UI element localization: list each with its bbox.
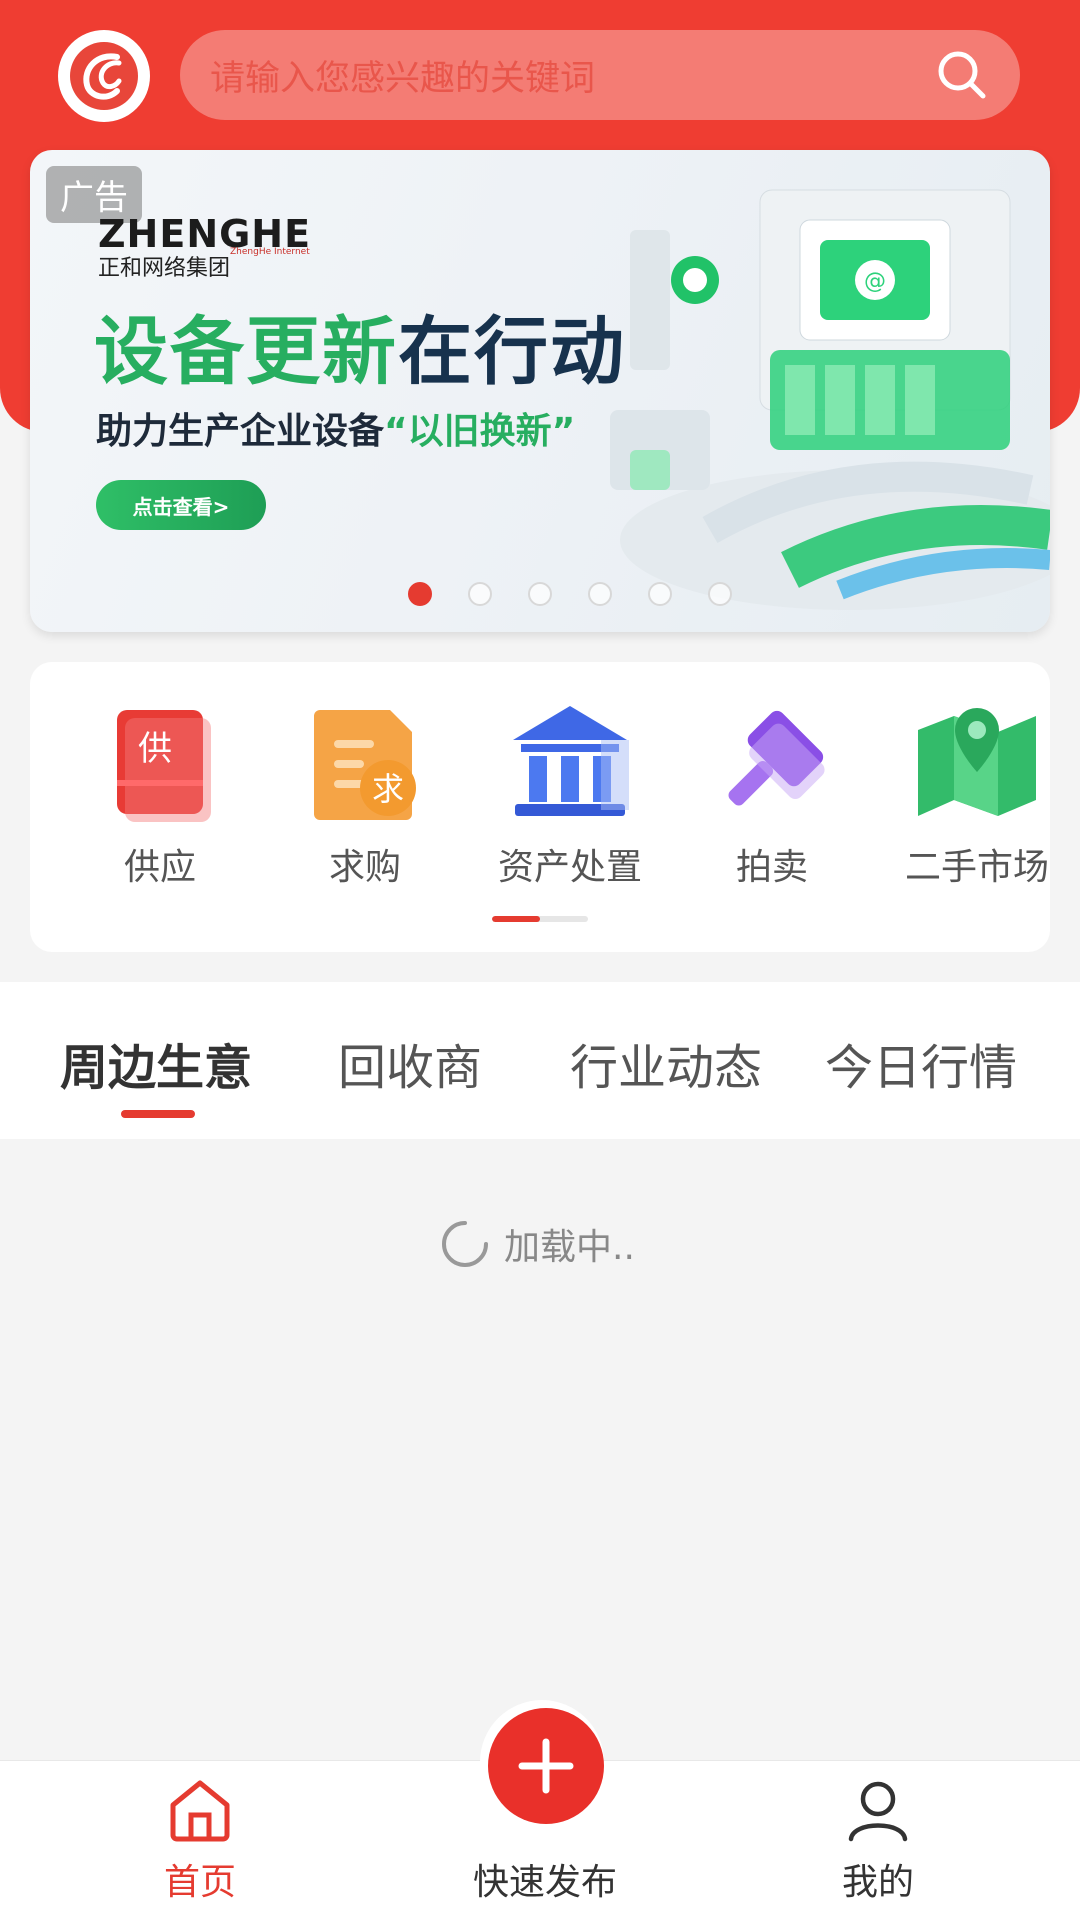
nav-publish-label: 快速发布 bbox=[472, 1862, 617, 1903]
svg-text:求: 求 bbox=[372, 770, 404, 808]
category-label: 求购 bbox=[328, 847, 401, 888]
nav-home-label: 首页 bbox=[163, 1862, 236, 1903]
carousel-dot-6[interactable] bbox=[708, 582, 732, 606]
carousel-dot-3[interactable] bbox=[528, 582, 552, 606]
home-icon bbox=[170, 1780, 230, 1842]
carousel-dot-4[interactable] bbox=[588, 582, 612, 606]
category-asset-disposal[interactable]: 资产处置 bbox=[480, 700, 660, 890]
banner-title-dark: 在行动 bbox=[398, 309, 626, 395]
category-card: 供 供应 求 求购 资产处置 拍卖 二手市场 bbox=[30, 662, 1050, 952]
carousel-dot-1[interactable] bbox=[408, 582, 432, 606]
asset-disposal-icon bbox=[513, 706, 629, 816]
quick-publish-button[interactable] bbox=[488, 1708, 604, 1824]
nav-home[interactable]: 首页 bbox=[100, 1761, 300, 1905]
secondhand-market-icon bbox=[918, 708, 1036, 816]
category-label: 二手市场 bbox=[904, 847, 1049, 888]
loading-text: 加载中.. bbox=[504, 1227, 635, 1268]
app-logo[interactable] bbox=[58, 30, 150, 122]
category-scroll-indicator bbox=[492, 916, 588, 922]
active-tab-underline bbox=[121, 1110, 195, 1118]
spinner-icon bbox=[442, 1221, 488, 1267]
loading-indicator: 加载中.. bbox=[440, 1218, 635, 1270]
plus-icon bbox=[518, 1738, 574, 1794]
category-supply[interactable]: 供 供应 bbox=[70, 700, 250, 890]
banner-title: 设备更新在行动 bbox=[94, 292, 626, 399]
banner-subtitle-highlight: “以旧换新” bbox=[384, 411, 576, 452]
purchase-icon: 求 bbox=[314, 710, 416, 820]
tab-nearby-business[interactable]: 周边生意 bbox=[60, 1028, 252, 1098]
search-input[interactable]: 请输入您感兴趣的关键词 bbox=[210, 50, 934, 101]
carousel-dot-5[interactable] bbox=[648, 582, 672, 606]
brand-subtitle: ZhengHe Internet bbox=[230, 247, 310, 257]
user-icon bbox=[848, 1781, 908, 1842]
banner-subtitle-prefix: 助力生产企业设备 bbox=[96, 411, 385, 452]
banner-title-green: 设备更新 bbox=[94, 309, 398, 395]
category-scroll-thumb bbox=[492, 916, 540, 922]
ad-banner[interactable]: @ 广告 ZHENGHE 正和网络集团 ZhengHe Internet 设备更… bbox=[30, 150, 1050, 632]
logo-icon bbox=[70, 42, 138, 110]
category-secondhand-market[interactable]: 二手市场 bbox=[887, 700, 1067, 890]
tab-industry-news[interactable]: 行业动态 bbox=[570, 1028, 762, 1098]
nav-mine-label: 我的 bbox=[841, 1862, 914, 1903]
carousel-indicator bbox=[30, 582, 1050, 606]
brand-name-cn: 正和网络集团 bbox=[98, 256, 231, 281]
carousel-dot-2[interactable] bbox=[468, 582, 492, 606]
content-tabs: 周边生意 回收商 行业动态 今日行情 bbox=[0, 982, 1080, 1139]
banner-subtitle: 助力生产企业设备“以旧换新” bbox=[96, 402, 575, 454]
svg-text:@: @ bbox=[864, 269, 886, 294]
search-bar[interactable]: 请输入您感兴趣的关键词 bbox=[180, 30, 1020, 120]
category-label: 供应 bbox=[123, 847, 196, 888]
auction-icon bbox=[728, 710, 825, 806]
category-label: 资产处置 bbox=[497, 847, 642, 888]
banner-illustration: @ bbox=[610, 189, 1050, 610]
category-purchase[interactable]: 求 求购 bbox=[275, 700, 455, 890]
nav-mine[interactable]: 我的 bbox=[778, 1761, 978, 1905]
tab-today-market[interactable]: 今日行情 bbox=[825, 1028, 1017, 1098]
supply-icon: 供 bbox=[117, 710, 211, 822]
tab-recyclers[interactable]: 回收商 bbox=[338, 1028, 482, 1098]
banner-cta-button[interactable]: 点击查看> bbox=[96, 480, 266, 530]
svg-text:供: 供 bbox=[138, 729, 172, 769]
search-icon[interactable] bbox=[934, 47, 990, 103]
category-label: 拍卖 bbox=[735, 847, 808, 888]
category-auction[interactable]: 拍卖 bbox=[682, 700, 862, 890]
